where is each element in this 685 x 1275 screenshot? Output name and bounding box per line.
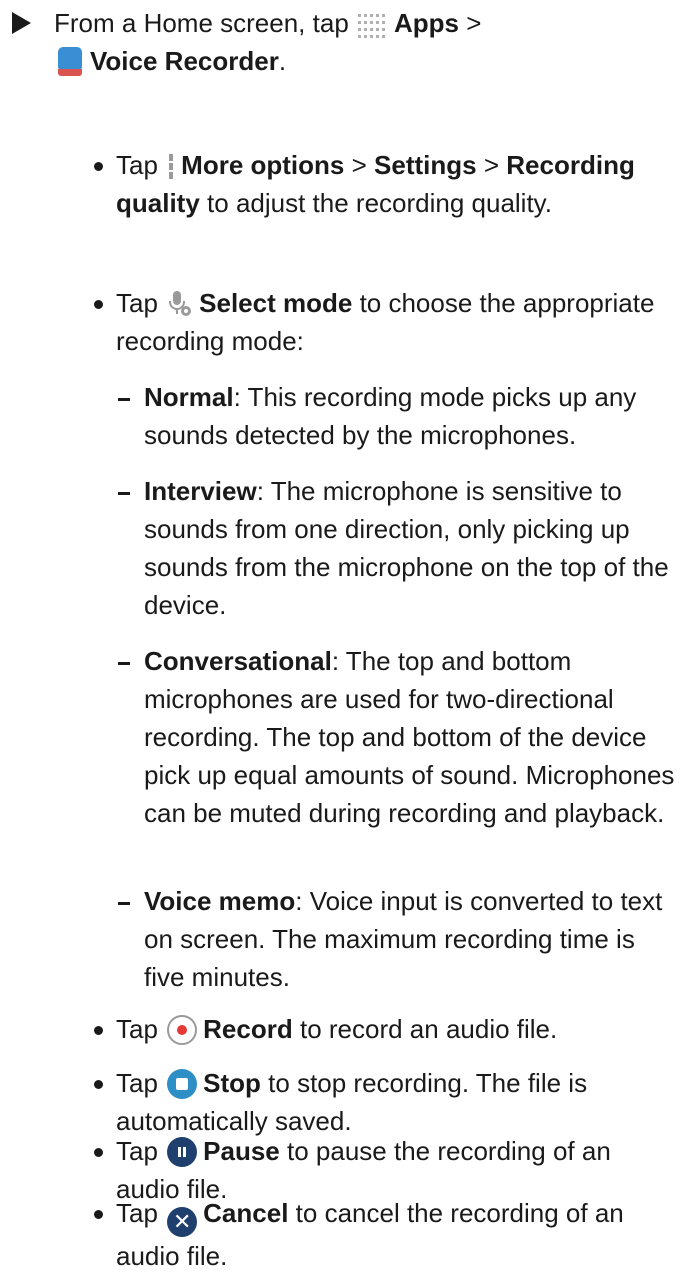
- bullet-icon: [94, 1210, 103, 1219]
- record-icon: [167, 1015, 198, 1045]
- cancel-icon: ✕: [167, 1207, 198, 1237]
- bullet-icon: [94, 300, 103, 309]
- step-arrow-icon: [12, 12, 31, 34]
- bullet-icon: [94, 1080, 103, 1089]
- stop-icon: [167, 1069, 198, 1099]
- dash-icon: [118, 902, 130, 905]
- bullet-icon: [94, 1026, 103, 1035]
- dash-icon: [118, 492, 130, 495]
- bullet-icon: [94, 162, 103, 171]
- dash-icon: [118, 398, 130, 401]
- pause-icon: [167, 1137, 198, 1167]
- voice-recorder-icon: [56, 47, 84, 77]
- voice-recorder-label: Voice Recorder: [90, 46, 279, 76]
- bullet-icon: [94, 1148, 103, 1157]
- apps-label: Apps: [394, 8, 460, 38]
- step-text: From a Home screen, tap Apps > Voice Rec…: [54, 8, 482, 77]
- more-options-icon: [167, 154, 175, 180]
- select-mode-icon: [169, 291, 192, 316]
- dash-icon: [118, 662, 130, 665]
- apps-grid-icon: [358, 14, 388, 38]
